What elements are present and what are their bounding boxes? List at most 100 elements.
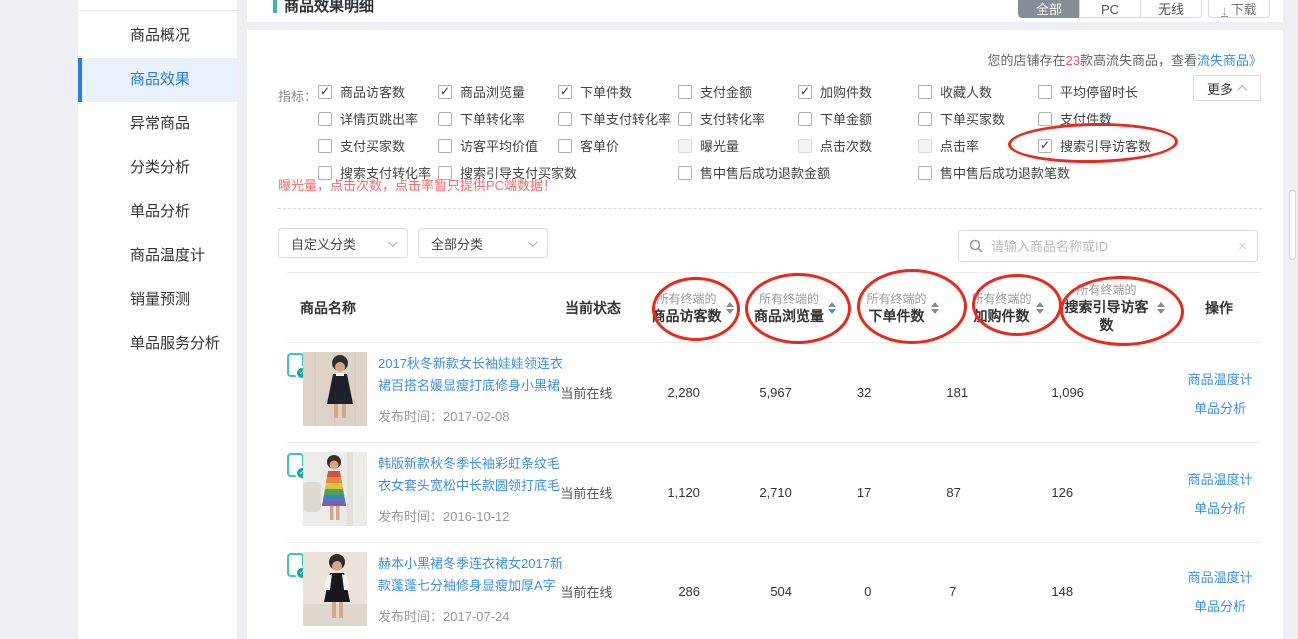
checkbox[interactable] <box>438 139 452 153</box>
more-button[interactable]: 更多 <box>1193 75 1261 101</box>
metric-checkbox-item[interactable]: 收藏人数 <box>918 78 1038 105</box>
mobile-online-icon: ✓ <box>287 353 304 377</box>
all-category-dropdown[interactable]: 全部分类 <box>418 228 548 258</box>
checkbox <box>918 139 932 153</box>
checkbox <box>678 139 692 153</box>
column-search-guided-visitors[interactable]: 所有终端的搜索引导访客数 <box>1060 282 1165 334</box>
checkbox[interactable] <box>318 139 332 153</box>
product-title-link[interactable]: 赫本小黑裙冬季连衣裙女2017新款蓬蓬七分袖修身显瘦加厚A字 <box>378 553 563 597</box>
clear-search-icon[interactable]: × <box>1238 238 1247 255</box>
checkbox[interactable] <box>918 166 932 180</box>
checkbox[interactable] <box>798 112 812 126</box>
product-image[interactable] <box>303 352 367 426</box>
single-product-analysis-link[interactable]: 单品分析 <box>1194 398 1246 417</box>
single-product-analysis-link[interactable]: 单品分析 <box>1194 596 1246 615</box>
metric-checkbox-item[interactable]: 下单支付转化率 <box>558 105 678 132</box>
metric-checkbox-item[interactable]: 客单价 <box>558 132 678 159</box>
tab-pc[interactable]: PC <box>1079 0 1141 18</box>
column-order-items[interactable]: 所有终端的下单件数 <box>850 291 955 325</box>
publish-date: 发布时间：2017-02-08 <box>378 406 563 425</box>
checkbox[interactable] <box>558 139 572 153</box>
product-thermometer-link[interactable]: 商品温度计 <box>1188 369 1253 388</box>
scrollbar-thumb[interactable] <box>1289 190 1296 260</box>
sort-arrows[interactable] <box>828 302 836 314</box>
sort-arrows[interactable] <box>1157 302 1165 314</box>
checkbox[interactable] <box>678 112 692 126</box>
metric-checkbox-item[interactable]: 支付转化率 <box>678 105 798 132</box>
metric-checkbox-item[interactable]: 下单件数 <box>558 78 678 105</box>
product-status: 当前在线 <box>555 383 639 402</box>
checkbox[interactable] <box>318 85 332 99</box>
product-title-link[interactable]: 韩版新款秋冬季长袖彩虹条纹毛衣女套头宽松中长款圆领打底毛 <box>378 453 563 497</box>
publish-date: 发布时间：2017-07-24 <box>378 606 563 625</box>
checkbox[interactable] <box>1038 139 1052 153</box>
checkbox[interactable] <box>318 112 332 126</box>
metric-checkbox-item[interactable]: 点击次数 <box>798 132 918 159</box>
metric-checkbox-item[interactable]: 点击率 <box>918 132 1038 159</box>
sort-arrows[interactable] <box>931 302 939 314</box>
search-input[interactable] <box>991 239 1230 254</box>
checkbox[interactable] <box>438 85 452 99</box>
sidebar-item-single-product-service[interactable]: 单品服务分析 <box>78 322 237 366</box>
checkbox[interactable] <box>1038 112 1052 126</box>
metric-checkbox-item[interactable]: 下单买家数 <box>918 105 1038 132</box>
checkbox <box>798 139 812 153</box>
value-cart-items: 7 <box>947 584 1052 599</box>
metric-checkbox-item[interactable]: 访客平均价值 <box>438 132 558 159</box>
checkbox[interactable] <box>678 85 692 99</box>
checkbox[interactable] <box>1038 85 1052 99</box>
sidebar-item-single-product-analysis[interactable]: 单品分析 <box>78 190 237 234</box>
product-image[interactable] <box>303 452 367 526</box>
column-product-visitors[interactable]: 所有终端的商品访客数 <box>645 291 740 325</box>
metric-checkbox-item[interactable]: 售中售后成功退款金额 <box>678 159 918 186</box>
metric-checkbox-item[interactable]: 加购件数 <box>798 78 918 105</box>
metric-checkbox-item[interactable]: 曝光量 <box>678 132 798 159</box>
metric-checkbox-item[interactable]: 支付金额 <box>678 78 798 105</box>
value-cart-items: 87 <box>946 485 1051 500</box>
metric-checkbox-item[interactable]: 支付买家数 <box>318 132 438 159</box>
checkbox[interactable] <box>678 166 692 180</box>
metric-checkbox-item[interactable]: 商品浏览量 <box>438 78 558 105</box>
sort-arrows[interactable] <box>1036 302 1044 314</box>
metric-checkbox-item[interactable]: 售中售后成功退款笔数 <box>918 159 1158 186</box>
checkbox[interactable] <box>558 85 572 99</box>
metric-checkbox-item[interactable]: 平均停留时长 <box>1038 78 1158 105</box>
metric-checkbox-item[interactable]: 详情页跳出率 <box>318 105 438 132</box>
metric-checkbox-item[interactable]: 支付件数 <box>1038 105 1158 132</box>
tab-wireless[interactable]: 无线 <box>1140 0 1202 18</box>
sidebar-item-product-effect[interactable]: 商品效果 <box>78 58 237 102</box>
metric-checkbox-search-guided-visitors[interactable]: 搜索引导访客数 <box>1038 132 1158 159</box>
tab-all[interactable]: 全部 <box>1018 0 1080 18</box>
custom-category-dropdown[interactable]: 自定义分类 <box>278 228 408 258</box>
checkbox[interactable] <box>918 112 932 126</box>
checkbox[interactable] <box>918 85 932 99</box>
checkbox[interactable] <box>558 112 572 126</box>
metric-checkbox-item[interactable]: 商品访客数 <box>318 78 438 105</box>
sort-arrows[interactable] <box>726 302 734 314</box>
download-button[interactable]: ↓下载 <box>1208 0 1270 18</box>
page-title: 商品效果明细 <box>273 0 374 16</box>
single-product-analysis-link[interactable]: 单品分析 <box>1194 498 1246 517</box>
metric-checkbox-item[interactable]: 下单转化率 <box>438 105 558 132</box>
sidebar-item-product-overview[interactable]: 商品概况 <box>78 14 237 58</box>
sidebar-item-abnormal-products[interactable]: 异常商品 <box>78 102 237 146</box>
product-title-link[interactable]: 2017秋冬新款女长袖娃娃领连衣裙百搭名媛显瘦打底修身小黑裙 <box>378 353 563 397</box>
column-product-views[interactable]: 所有终端的商品浏览量 <box>740 291 850 325</box>
mobile-online-icon: ✓ <box>287 553 304 577</box>
loss-products-link[interactable]: 流失商品》 <box>1197 53 1262 68</box>
column-status: 当前状态 <box>560 298 645 318</box>
product-image[interactable] <box>303 552 367 626</box>
product-thermometer-link[interactable]: 商品温度计 <box>1188 567 1253 586</box>
sidebar-item-product-thermometer[interactable]: 商品温度计 <box>78 234 237 278</box>
sidebar-item-sales-forecast[interactable]: 销量预测 <box>78 278 237 322</box>
column-cart-items[interactable]: 所有终端的加购件数 <box>955 291 1060 325</box>
sidebar-item-category-analysis[interactable]: 分类分析 <box>78 146 237 190</box>
metrics-label: 指标： <box>278 83 317 110</box>
checkbox[interactable] <box>798 85 812 99</box>
metric-checkbox-item[interactable]: 下单金额 <box>798 105 918 132</box>
product-thermometer-link[interactable]: 商品温度计 <box>1188 469 1253 488</box>
column-product-name: 商品名称 <box>287 298 560 318</box>
table-body: ✓ 2017秋冬新款女长袖娃娃领连衣裙百搭名媛显瘦打底修身小黑裙 发布时间：20… <box>287 343 1260 639</box>
checkbox[interactable] <box>438 112 452 126</box>
sidebar-menu: 商品概况 商品效果 异常商品 分类分析 单品分析 商品温度计 销量预测 单品服务… <box>78 0 237 366</box>
